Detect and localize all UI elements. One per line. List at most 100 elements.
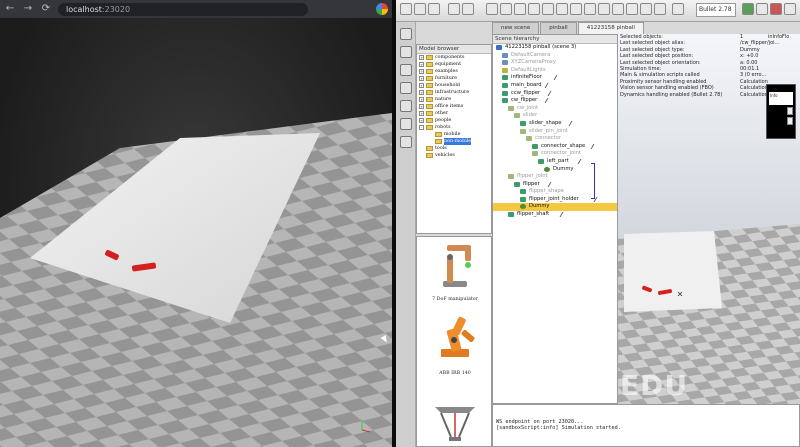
scene-hierarchy-row[interactable]: main_board bbox=[493, 82, 617, 90]
script-icon[interactable] bbox=[559, 212, 568, 218]
camera-pan-icon[interactable] bbox=[514, 3, 526, 15]
script-icon[interactable] bbox=[577, 158, 586, 164]
script-icon[interactable] bbox=[544, 82, 553, 88]
camera-zoom-icon[interactable] bbox=[542, 3, 554, 15]
script-icon[interactable] bbox=[544, 98, 553, 104]
scene-hierarchy-row[interactable]: 41223158 pinball (scene 3) bbox=[493, 44, 617, 52]
model-browser-item[interactable]: + people bbox=[417, 117, 491, 124]
scene-hierarchy-row[interactable]: infiniteFloor bbox=[493, 74, 617, 82]
model-browser-item[interactable]: + components bbox=[417, 54, 491, 61]
scene-3d-viewport[interactable]: Selected objects: 1 Last selected object a… bbox=[618, 34, 800, 404]
collections-icon[interactable] bbox=[400, 64, 412, 76]
model-browser-item[interactable]: vehicles bbox=[417, 152, 491, 159]
scene-hierarchy-row[interactable]: flipper_shape bbox=[493, 188, 617, 196]
scene-hierarchy-row[interactable]: connector bbox=[493, 135, 617, 143]
script-icon[interactable] bbox=[553, 75, 562, 81]
info-mini-window[interactable]: Info bbox=[766, 84, 796, 139]
stop-icon[interactable] bbox=[770, 3, 782, 15]
model-browser-item[interactable]: non-mobile bbox=[417, 138, 491, 145]
model-browser-item[interactable]: + furniture bbox=[417, 75, 491, 82]
scene-hierarchy-row[interactable]: cw_joint bbox=[493, 105, 617, 113]
redo-scene-icon[interactable] bbox=[654, 3, 666, 15]
script-icon[interactable] bbox=[547, 181, 556, 187]
tree-expander-icon[interactable]: - bbox=[419, 125, 424, 130]
tab-pinball[interactable]: pinball bbox=[540, 22, 577, 34]
translate-object-icon[interactable] bbox=[584, 3, 596, 15]
physics-engine-select[interactable]: Bullet 2.78 bbox=[696, 3, 736, 17]
tree-expander-icon[interactable]: + bbox=[419, 55, 424, 60]
scene-hierarchy-row[interactable]: flipper bbox=[493, 181, 617, 189]
model-browser-item[interactable]: tools bbox=[417, 145, 491, 152]
transfer-dna-icon[interactable] bbox=[626, 3, 638, 15]
tree-expander-icon[interactable]: + bbox=[419, 111, 424, 116]
address-bar[interactable]: localhost:23020 bbox=[58, 2, 308, 16]
scene-hierarchy-row[interactable]: DefaultCamera bbox=[493, 52, 617, 60]
model-browser-item[interactable]: + examples bbox=[417, 68, 491, 75]
scene-hierarchy-row[interactable]: left_part bbox=[493, 158, 617, 166]
rotate-icon[interactable] bbox=[500, 3, 512, 15]
tree-expander-icon[interactable]: + bbox=[419, 69, 424, 74]
tab-new-scene[interactable]: new scene bbox=[492, 22, 540, 34]
scene-hierarchy-row[interactable]: Dummy bbox=[493, 203, 617, 212]
scene-hierarchy-row[interactable]: flipper_joint bbox=[493, 173, 617, 181]
scene-hierarchy-row[interactable]: connector_joint bbox=[493, 150, 617, 158]
new-icon[interactable] bbox=[400, 3, 412, 15]
scene-hierarchy-row[interactable]: slider_shape bbox=[493, 120, 617, 128]
scene-hierarchy-row[interactable]: slider_pin_joint bbox=[493, 128, 617, 136]
scene-hierarchy-row[interactable]: cw_flipper bbox=[493, 97, 617, 105]
scene-hierarchy-row[interactable]: flipper_joint_holder bbox=[493, 196, 617, 204]
tree-expander-icon[interactable]: + bbox=[419, 104, 424, 109]
assemble-icon[interactable] bbox=[612, 3, 624, 15]
shapes-icon[interactable] bbox=[400, 100, 412, 112]
scene-hierarchy-row[interactable]: XYZCameraProxy bbox=[493, 59, 617, 67]
abb-irb-140-thumbnail[interactable] bbox=[441, 316, 475, 357]
scroll-up-icon[interactable] bbox=[787, 107, 793, 115]
remote-3d-viewport[interactable] bbox=[0, 18, 392, 447]
layers-icon[interactable] bbox=[400, 118, 412, 130]
status-console[interactable]: WS endpoint on port 23020... [sandboxScr… bbox=[492, 404, 800, 447]
reload-icon[interactable]: ⟳ bbox=[40, 3, 52, 15]
scene-hierarchy-row[interactable]: connector_shape bbox=[493, 143, 617, 151]
scene-hierarchy-row[interactable]: flipper_shaft bbox=[493, 211, 617, 219]
play-icon[interactable] bbox=[742, 3, 754, 15]
model-browser-item[interactable]: + other bbox=[417, 110, 491, 117]
model-browser-item[interactable]: + equipment bbox=[417, 61, 491, 68]
redo-icon[interactable] bbox=[462, 3, 474, 15]
save-icon[interactable] bbox=[428, 3, 440, 15]
script-icon[interactable] bbox=[590, 143, 598, 149]
fit-view-icon[interactable] bbox=[556, 3, 568, 15]
7dof-manipulator-thumbnail[interactable] bbox=[443, 245, 471, 287]
model-browser-item[interactable]: + infrastructure bbox=[417, 89, 491, 96]
scene-hierarchy-row[interactable]: slider bbox=[493, 112, 617, 120]
delta-robot-thumbnail[interactable] bbox=[435, 407, 475, 441]
scene-hierarchy-row[interactable]: Dummy bbox=[493, 166, 617, 174]
open-icon[interactable] bbox=[414, 3, 426, 15]
model-browser-item[interactable]: - robots bbox=[417, 124, 491, 131]
model-browser-item[interactable]: + household bbox=[417, 82, 491, 89]
calculation-module-icon[interactable] bbox=[400, 46, 412, 58]
tab-41223158-pinball[interactable]: 41223158 pinball bbox=[577, 22, 644, 34]
scroll-down-icon[interactable] bbox=[787, 117, 793, 125]
scripts-icon[interactable] bbox=[400, 82, 412, 94]
real-time-icon[interactable] bbox=[784, 3, 796, 15]
select-icon[interactable] bbox=[570, 3, 582, 15]
model-browser-item[interactable]: + office items bbox=[417, 103, 491, 110]
undo-icon[interactable] bbox=[448, 3, 460, 15]
model-browser-toggle-icon[interactable] bbox=[400, 136, 412, 148]
script-icon[interactable] bbox=[547, 90, 556, 96]
model-browser-item[interactable]: + nature bbox=[417, 96, 491, 103]
scene-hierarchy-row[interactable]: ccw_flipper bbox=[493, 90, 617, 98]
scene-hierarchy-row[interactable]: DefaultLights bbox=[493, 67, 617, 75]
tree-expander-icon[interactable]: + bbox=[419, 118, 424, 123]
undo-scene-icon[interactable] bbox=[640, 3, 652, 15]
tree-expander-icon[interactable]: + bbox=[419, 97, 424, 102]
tree-expander-icon[interactable]: + bbox=[419, 62, 424, 67]
dynamics-engine-icon[interactable] bbox=[672, 3, 684, 15]
script-icon[interactable] bbox=[568, 120, 577, 126]
tree-expander-icon[interactable]: + bbox=[419, 76, 424, 81]
forward-icon[interactable]: → bbox=[22, 3, 34, 15]
model-browser-item[interactable]: mobile bbox=[417, 131, 491, 138]
tree-expander-icon[interactable]: + bbox=[419, 83, 424, 88]
scene-object-properties-icon[interactable] bbox=[400, 28, 412, 40]
chrome-profile-icon[interactable] bbox=[376, 3, 388, 15]
